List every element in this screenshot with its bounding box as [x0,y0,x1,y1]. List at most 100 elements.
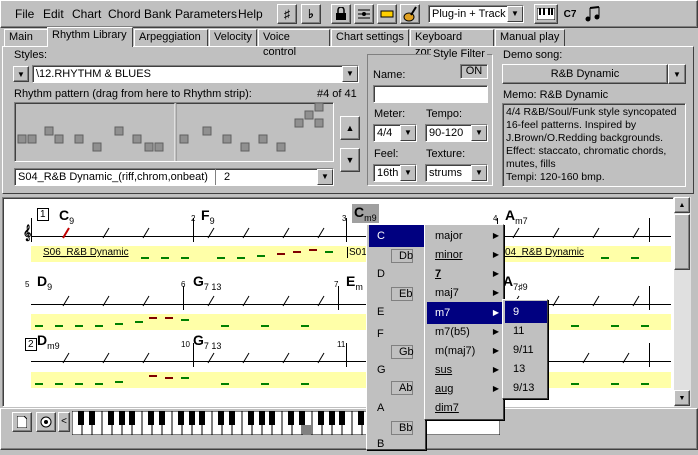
tab-manual-play[interactable]: Manual play [495,29,565,46]
feel-select[interactable]: 16th ▼ [373,164,417,182]
keyboard-button[interactable] [534,4,558,24]
strip-button[interactable] [377,4,397,24]
tab-keyboard-zones[interactable]: Keyboard zones [410,29,494,58]
tab-voice-control[interactable]: Voice control [258,29,330,58]
chevron-down-icon[interactable]: ▼ [342,66,358,82]
meter-select[interactable]: 4/4 ▼ [373,124,417,142]
slash-marks [62,352,630,364]
menu-chart[interactable]: Chart [72,7,101,21]
name-filter-input[interactable] [373,85,488,103]
scroll-up-button[interactable]: ▲ [674,197,690,213]
chevron-down-icon[interactable]: ▼ [317,169,333,185]
chord-extension-menu: 9 11 9/11 13 9/13 [502,299,548,399]
demo-song-label: Demo song: [503,49,563,61]
texture-label: Texture: [426,148,466,160]
flat-icon: ♭ [308,7,314,21]
guitar-icon [403,6,417,22]
demo-song-dropdown[interactable]: ▼ [668,64,686,84]
chevron-down-icon[interactable]: ▼ [400,125,416,141]
styles-select[interactable]: \12.RHYTHM & BLUES ▼ [32,65,359,83]
notes-icon [585,6,600,22]
rhythm-strip[interactable] [31,372,671,388]
menu-item-root[interactable]: Ab [369,377,425,399]
menu-item-root[interactable]: D [369,263,425,285]
mode-select[interactable]: Plug-in + Track ▼ [428,5,524,23]
texture-select[interactable]: strums ▼ [425,164,488,182]
chord-symbol[interactable]: Em [346,273,363,292]
pattern-down-button[interactable]: ▼ [340,148,360,172]
menu-item-quality[interactable]: maj7 ▶ [427,282,503,304]
chord-symbol[interactable]: Am7 [505,207,528,226]
menu-item-root[interactable]: E [369,301,425,323]
tab-chart-settings[interactable]: Chart settings [331,29,409,46]
demo-song-button[interactable]: R&B Dynamic [502,64,668,84]
menu-chord-bank[interactable]: Chord Bank [108,7,171,21]
menu-item-extension[interactable]: 9/13 [505,377,547,399]
measure-number: 3 [342,214,347,223]
rhythm-pattern-preview[interactable] [14,102,334,162]
style-filter-title: Style Filter [431,48,487,60]
pattern-select[interactable]: S04_R&B Dynamic_(riff,chrom,onbeat) 2 ▼ [14,168,334,186]
rhythm-strip[interactable]: S06_R&B Dynamic S01 04_R&B Dynamic [31,246,671,262]
menu-file[interactable]: File [15,7,34,21]
chord-symbol[interactable]: A7♯9 [503,273,528,292]
chord-symbol[interactable]: G7 13 [193,273,221,292]
metronome-button[interactable] [354,4,374,24]
record-button[interactable] [36,412,56,432]
menu-help[interactable]: Help [238,7,263,21]
styles-down-button[interactable]: ▼ [13,66,29,82]
root-note-menu: C Db D Eb E F Gb G Ab A Bb B [366,224,426,450]
chevron-down-icon[interactable]: ▼ [471,165,487,181]
chevron-left-icon: < [61,416,67,427]
chevron-down-icon: ▼ [17,69,25,79]
flat-button[interactable]: ♭ [301,4,321,24]
measure-number-box: 1 [37,208,49,221]
chord-symbol[interactable]: C9 [59,207,74,226]
menu-item-quality[interactable]: dim7 [427,397,503,419]
menu-item-root[interactable]: B [369,433,425,455]
page-icon [17,416,27,428]
chord-symbol[interactable]: Dm9 [37,332,60,351]
chart-scrollbar[interactable]: ▲ ▼ [674,197,691,407]
scroll-down-button[interactable]: ▼ [674,390,690,406]
pattern-up-button[interactable]: ▲ [340,116,360,140]
chord-symbol[interactable]: F9 [201,207,215,226]
tab-main[interactable]: Main [4,29,48,46]
time-signature: 𝄞 [23,224,32,240]
menu-parameters[interactable]: Parameters [175,7,237,21]
scroll-thumb[interactable] [674,214,690,270]
triangle-up-icon: ▲ [345,123,355,133]
menu-item-root[interactable]: C [369,225,425,247]
chevron-down-icon: ▼ [673,69,681,79]
tab-rhythm-library[interactable]: Rhythm Library [47,27,133,47]
measure-number: 5 [25,280,30,289]
triangle-up-icon: ▲ [678,201,686,209]
tab-arpeggiation[interactable]: Arpeggiation [134,29,208,46]
chord-chart-sheet[interactable]: 1 𝄞 C9 2 F9 3 Cm9 4 Am7 S06_R&B Dynamic … [2,197,674,407]
tempo-label: Tempo: [426,108,463,120]
chord-symbol-selected[interactable]: Cm9 [352,204,379,223]
chord-symbol[interactable]: G7 13 [193,332,221,351]
new-chart-button[interactable] [12,412,32,432]
tempo-select[interactable]: 90-120 ▼ [425,124,488,142]
keyboard-left-button[interactable]: < [58,412,70,432]
chevron-down-icon[interactable]: ▼ [400,165,416,181]
sharp-icon: ♯ [284,7,290,21]
slash-marks [62,227,640,239]
sharp-button[interactable]: ♯ [277,4,297,24]
chord-symbol-button[interactable]: C7 [559,4,581,24]
tab-velocity[interactable]: Velocity [209,29,257,46]
measure-number: 10 [181,340,190,349]
rhythm-strip[interactable] [31,314,671,330]
chord-symbol[interactable]: D9 [37,273,52,292]
triangle-down-icon: ▼ [678,394,686,402]
name-label: Name: [373,69,406,81]
chevron-down-icon[interactable]: ▼ [471,125,487,141]
guitar-button[interactable] [400,4,420,24]
notes-button[interactable] [582,4,604,24]
chevron-down-icon[interactable]: ▼ [507,6,523,22]
menu-item-root[interactable]: A [369,397,425,419]
menu-edit[interactable]: Edit [43,7,64,21]
filter-on-toggle[interactable]: ON [460,64,488,79]
lock-button[interactable] [331,4,351,24]
